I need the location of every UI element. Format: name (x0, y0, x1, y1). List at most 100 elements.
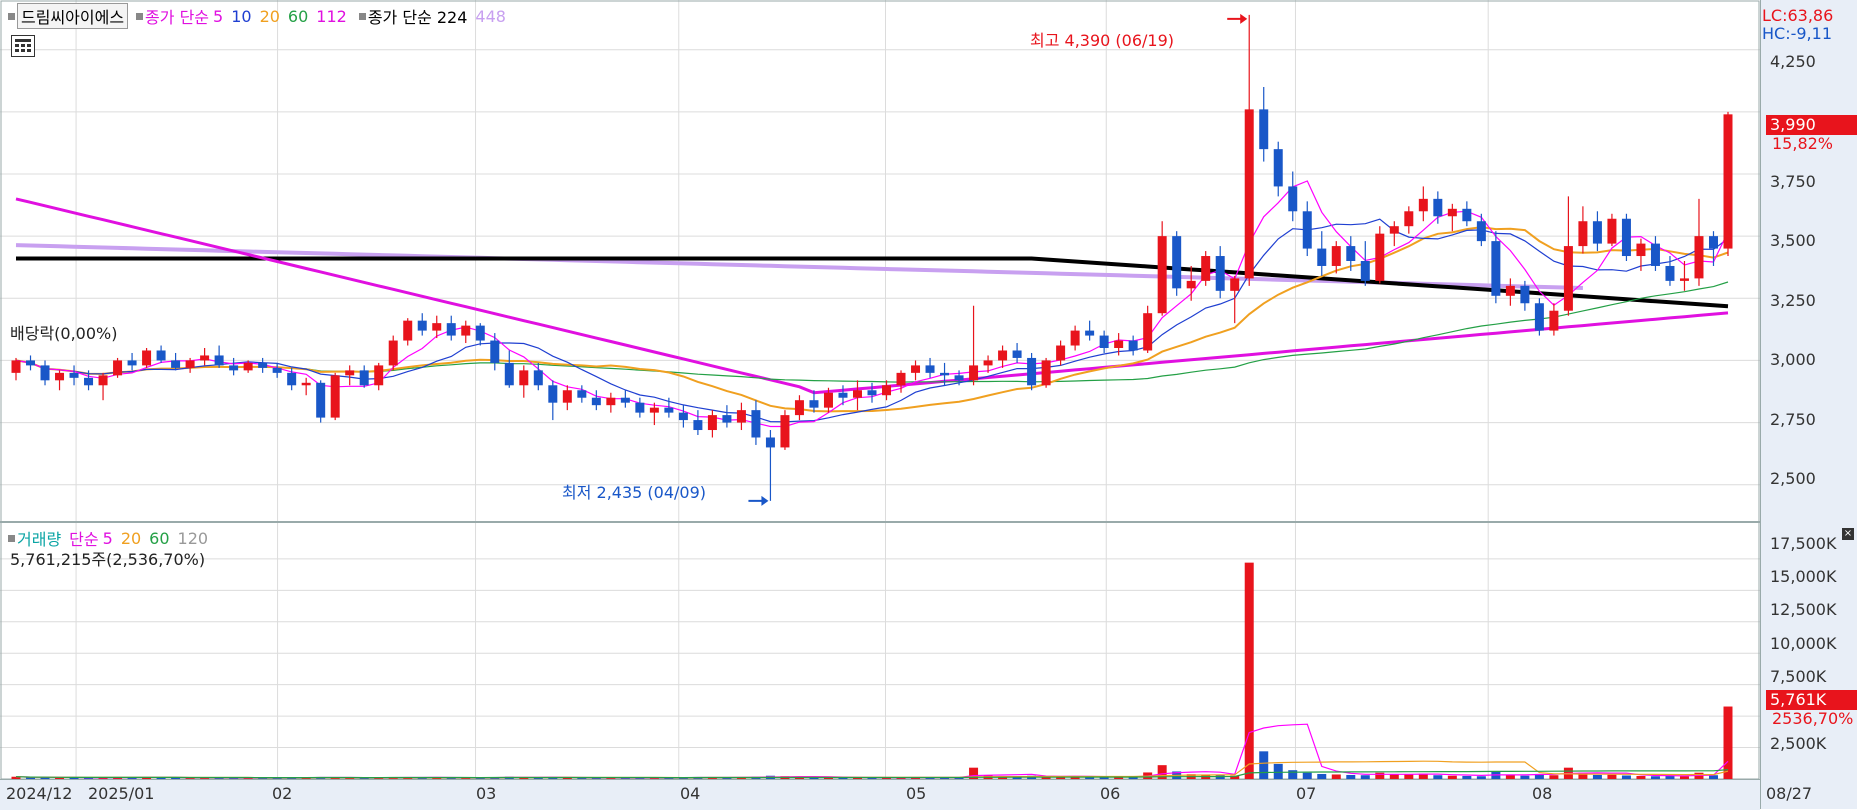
candle (852, 390, 862, 398)
price-tick: 4,250 (1770, 52, 1816, 71)
candle (1172, 236, 1182, 289)
candle (1317, 248, 1327, 266)
candle (171, 360, 181, 368)
candle (1273, 149, 1283, 187)
candle (1563, 246, 1573, 311)
candle (664, 407, 674, 413)
candle (562, 390, 572, 403)
candle (736, 410, 746, 423)
legend-square-icon (136, 12, 144, 20)
candle (722, 415, 732, 423)
time-tick: 06 (1100, 784, 1121, 803)
volume-tick: 7,500K (1770, 667, 1827, 686)
candle (1723, 114, 1733, 249)
candle (40, 365, 50, 381)
candle (606, 397, 616, 406)
high-annotation: 최고 4,390 (06/19) (1030, 31, 1175, 50)
candle (1607, 218, 1617, 244)
candle (1404, 211, 1414, 227)
candle (678, 412, 688, 421)
close-icon[interactable]: × (1842, 528, 1854, 540)
candle (1128, 340, 1138, 351)
time-tick: 08 (1532, 784, 1553, 803)
candle (1462, 208, 1472, 222)
volume-tag: 5,761K (1766, 690, 1857, 710)
candle (98, 375, 108, 386)
candle (461, 325, 471, 336)
price-tick: 3,500 (1770, 231, 1816, 250)
candle (577, 390, 587, 398)
candle (1302, 211, 1312, 249)
high-arrow-head (1240, 13, 1248, 24)
vol-ma5-line (15, 723, 1729, 779)
candle (591, 397, 601, 406)
chart-canvas (0, 0, 1760, 780)
candle (403, 320, 413, 341)
candle (707, 415, 717, 431)
volume-bar (1723, 706, 1733, 779)
candle (838, 392, 848, 398)
candle (142, 350, 152, 366)
volume-bar (1273, 763, 1283, 779)
candle (1621, 218, 1631, 257)
low-arrow-head (761, 495, 769, 506)
time-tick: 2024/12 (6, 784, 73, 803)
price-tick: 3,750 (1770, 172, 1816, 191)
price-legend: 드림씨아이에스 종가 단순 5 10 20 60 112 종가 단순 224 4… (4, 3, 514, 29)
candle (533, 370, 543, 386)
candle (1476, 221, 1486, 242)
volume-tick: 2,500K (1770, 734, 1827, 753)
candle (896, 372, 906, 386)
grid-icon (15, 39, 31, 52)
ma224-line (16, 256, 1729, 309)
candle (200, 355, 210, 361)
candle (1012, 350, 1022, 358)
candle (911, 365, 921, 373)
volume-tick: 10,000K (1770, 634, 1837, 653)
time-tick: 04 (680, 784, 701, 803)
candle (374, 365, 384, 386)
stock-name[interactable]: 드림씨아이에스 (17, 3, 129, 29)
candle (1505, 285, 1515, 296)
time-tick: 2025/01 (88, 784, 155, 803)
candle (765, 437, 775, 448)
candle (84, 377, 94, 386)
candle (751, 410, 761, 438)
candle (1433, 198, 1443, 217)
ma-period-10: 10 (231, 6, 252, 26)
volume-bar (1288, 770, 1298, 779)
volume-tick: 17,500K (1770, 534, 1837, 553)
time-tick: 08/27 (1766, 784, 1813, 803)
candle (925, 365, 935, 373)
candle (1070, 330, 1080, 346)
price-tick: 2,750 (1770, 410, 1816, 429)
volume-bar (1244, 562, 1254, 779)
candle (1143, 313, 1153, 351)
time-tick: 03 (476, 784, 497, 803)
candle (1665, 265, 1675, 281)
candle (809, 400, 819, 408)
time-tick: 05 (906, 784, 927, 803)
candle (1636, 243, 1646, 257)
chart-window: 드림씨아이에스 종가 단순 5 10 20 60 112 종가 단순 224 4… (0, 0, 1857, 810)
candle (794, 400, 804, 416)
candle (1230, 278, 1240, 291)
candle (1708, 236, 1718, 249)
chart-border (0, 0, 1760, 780)
time-axis-panel (0, 779, 1760, 810)
vol-ma-20: 20 (120, 528, 142, 548)
candle (11, 360, 21, 373)
candle (1679, 278, 1689, 281)
candle (301, 382, 311, 386)
time-tick: 02 (272, 784, 293, 803)
volume-readout: 5,761,215주(2,536,70%) (10, 550, 206, 569)
calculator-icon[interactable] (11, 35, 35, 57)
candle (983, 360, 993, 366)
candle (1027, 357, 1037, 386)
candle (504, 362, 514, 386)
candle (1360, 261, 1370, 281)
low-annotation: 최저 2,435 (04/09) (562, 483, 707, 502)
candle (635, 402, 645, 413)
candle (780, 415, 790, 448)
candle (1447, 208, 1457, 217)
